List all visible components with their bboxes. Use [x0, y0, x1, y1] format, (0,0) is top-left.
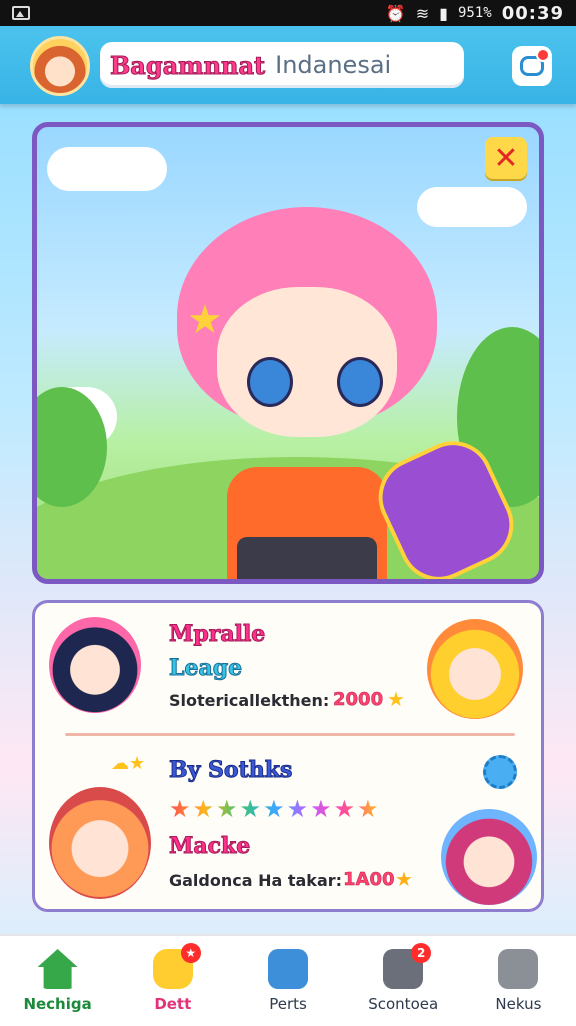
title-bar: Bagamnnat Indanesai — [100, 42, 464, 88]
nav-map[interactable]: Nekus — [461, 936, 576, 1026]
map-icon — [498, 949, 539, 989]
star-icon: ★ — [395, 867, 413, 891]
section-title: By Sothks — [168, 757, 293, 784]
nav-label: Dett — [154, 995, 192, 1013]
info-card: Mpralle Leage Slotericallekthen: 2000 ★ … — [32, 600, 544, 912]
chat-heart-icon: ★ — [152, 943, 201, 989]
character-thumbnail[interactable] — [427, 619, 523, 719]
nav-home[interactable]: Nechiga — [0, 936, 115, 1026]
character-eye — [247, 357, 293, 407]
nav-label: Nekus — [495, 995, 542, 1013]
notification-badge: ★ — [180, 943, 201, 963]
star-icon: ★ — [387, 687, 405, 711]
calculator-icon: 2 — [383, 943, 432, 989]
nav-label: Scontoea — [368, 995, 439, 1013]
nav-scores[interactable]: 2 Scontoea — [346, 936, 461, 1026]
stat-value-2: 1A00 — [343, 869, 395, 891]
stat-label: Slotericallekthen: — [169, 691, 330, 710]
hero-character: ★ — [157, 167, 527, 579]
brand-title: Bagamnnat — [109, 50, 266, 80]
character-thumbnail[interactable] — [441, 809, 537, 905]
stat-value: 2000 — [333, 689, 384, 711]
character-thumbnail[interactable] — [49, 617, 141, 713]
header-subtitle: Indanesai — [275, 51, 392, 79]
card-subhead-2: Macke — [168, 833, 251, 860]
character-skirt — [237, 537, 377, 579]
image-notification-icon — [12, 6, 30, 20]
app-header: Bagamnnat Indanesai — [0, 26, 576, 104]
cloud — [47, 147, 167, 191]
home-icon — [37, 949, 78, 989]
character-eye — [337, 357, 383, 407]
status-bar: ⏰ ≋ ▮ 951% 00:39 — [0, 0, 576, 26]
stars-text: ★★★★★★★★★ — [169, 795, 381, 823]
stat-label-2: Galdonca Ha takar: — [169, 871, 343, 890]
nav-label: Nechiga — [23, 995, 92, 1013]
clock: 00:39 — [501, 2, 564, 24]
card-subhead: Leage — [168, 655, 243, 682]
edit-card-icon — [268, 949, 308, 989]
gear-icon[interactable] — [483, 755, 517, 789]
signal-icon: ▮ — [439, 3, 448, 23]
notification-dot — [536, 48, 550, 62]
nav-edit[interactable]: Perts — [230, 936, 345, 1026]
nav-chat[interactable]: ★ Dett — [115, 936, 230, 1026]
hero-card: ★ ✕ — [32, 122, 544, 584]
rating-stars: ★★★★★★★★★ — [169, 795, 381, 823]
battery-level: 951% — [457, 5, 492, 21]
card-headline: Mpralle — [168, 621, 266, 648]
star-hairclip-icon: ★ — [187, 297, 223, 343]
avatar[interactable] — [30, 36, 90, 96]
notification-badge: 2 — [411, 943, 432, 963]
cloud-star-icon: ☁★ — [111, 753, 146, 774]
messages-button[interactable] — [512, 46, 552, 86]
nav-label: Perts — [269, 995, 307, 1013]
alarm-icon: ⏰ — [385, 3, 406, 23]
bottom-nav: Nechiga ★ Dett Perts 2 Scontoea Nekus — [0, 934, 576, 1026]
divider — [65, 733, 515, 736]
wifi-icon: ≋ — [415, 3, 430, 23]
close-button[interactable]: ✕ — [485, 137, 527, 179]
character-thumbnail[interactable] — [49, 787, 151, 899]
